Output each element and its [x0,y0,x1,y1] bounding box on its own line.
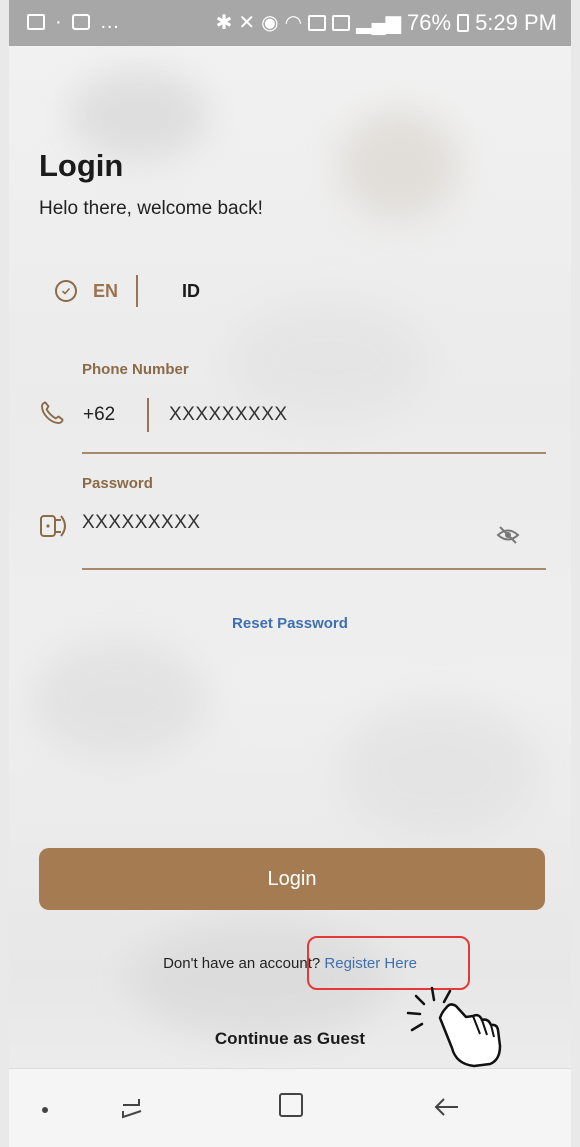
password-input[interactable]: XXXXXXXXX [82,512,201,534]
mute-icon: ✕ [238,12,256,34]
country-code[interactable]: +62 [83,404,115,426]
page-subtitle: Helo there, welcome back! [39,198,263,219]
charging-icon [457,14,470,32]
language-option-en[interactable]: EN [93,281,118,302]
language-switch: EN ID [55,275,200,307]
phone-input[interactable]: XXXXXXXXX [169,404,288,426]
register-prompt: Don't have an account? [163,955,321,972]
phone-underline [82,452,546,454]
page-title: Login [39,148,124,183]
signal-icon: ▂▄▆ [356,12,402,34]
data-icon [332,15,351,31]
eye-off-icon[interactable] [496,524,520,551]
system-nav-bar [9,1068,571,1147]
check-circle-icon [55,280,77,302]
register-row: Don't have an account? Register Here [9,955,571,972]
country-code-divider [147,398,149,432]
home-icon[interactable] [279,1093,303,1117]
password-label: Password [82,475,153,492]
battery-percent: 76% [407,10,452,35]
phone-icon [37,398,67,433]
continue-as-guest-link[interactable]: Continue as Guest [9,1029,571,1049]
login-button[interactable]: Login [39,848,545,910]
password-underline [82,568,546,570]
bluetooth-icon: ✱ [215,12,233,34]
image-icon [27,14,45,30]
alarm-icon: ◉ [261,12,279,34]
wifi-icon: ◠ [284,12,303,34]
more-icon: … [99,11,120,33]
reset-password-link[interactable]: Reset Password [9,615,571,632]
password-icon [39,512,71,545]
language-divider [136,275,139,307]
phone-label: Phone Number [82,361,189,378]
status-bar: · … ✱ ✕ ◉ ◠ ▂▄▆ 76% 5:29 PM [9,0,571,46]
recent-apps-icon[interactable] [119,1095,145,1126]
call-icon [308,15,327,31]
back-icon[interactable] [432,1095,460,1124]
dot-separator: · [55,11,62,33]
app-screen: · … ✱ ✕ ◉ ◠ ▂▄▆ 76% 5:29 PM Login Helo t… [9,0,571,1147]
nav-dot-icon [42,1107,48,1113]
language-option-id[interactable]: ID [182,281,200,302]
clock: 5:29 PM [475,10,557,35]
briefcase-icon [71,14,90,30]
